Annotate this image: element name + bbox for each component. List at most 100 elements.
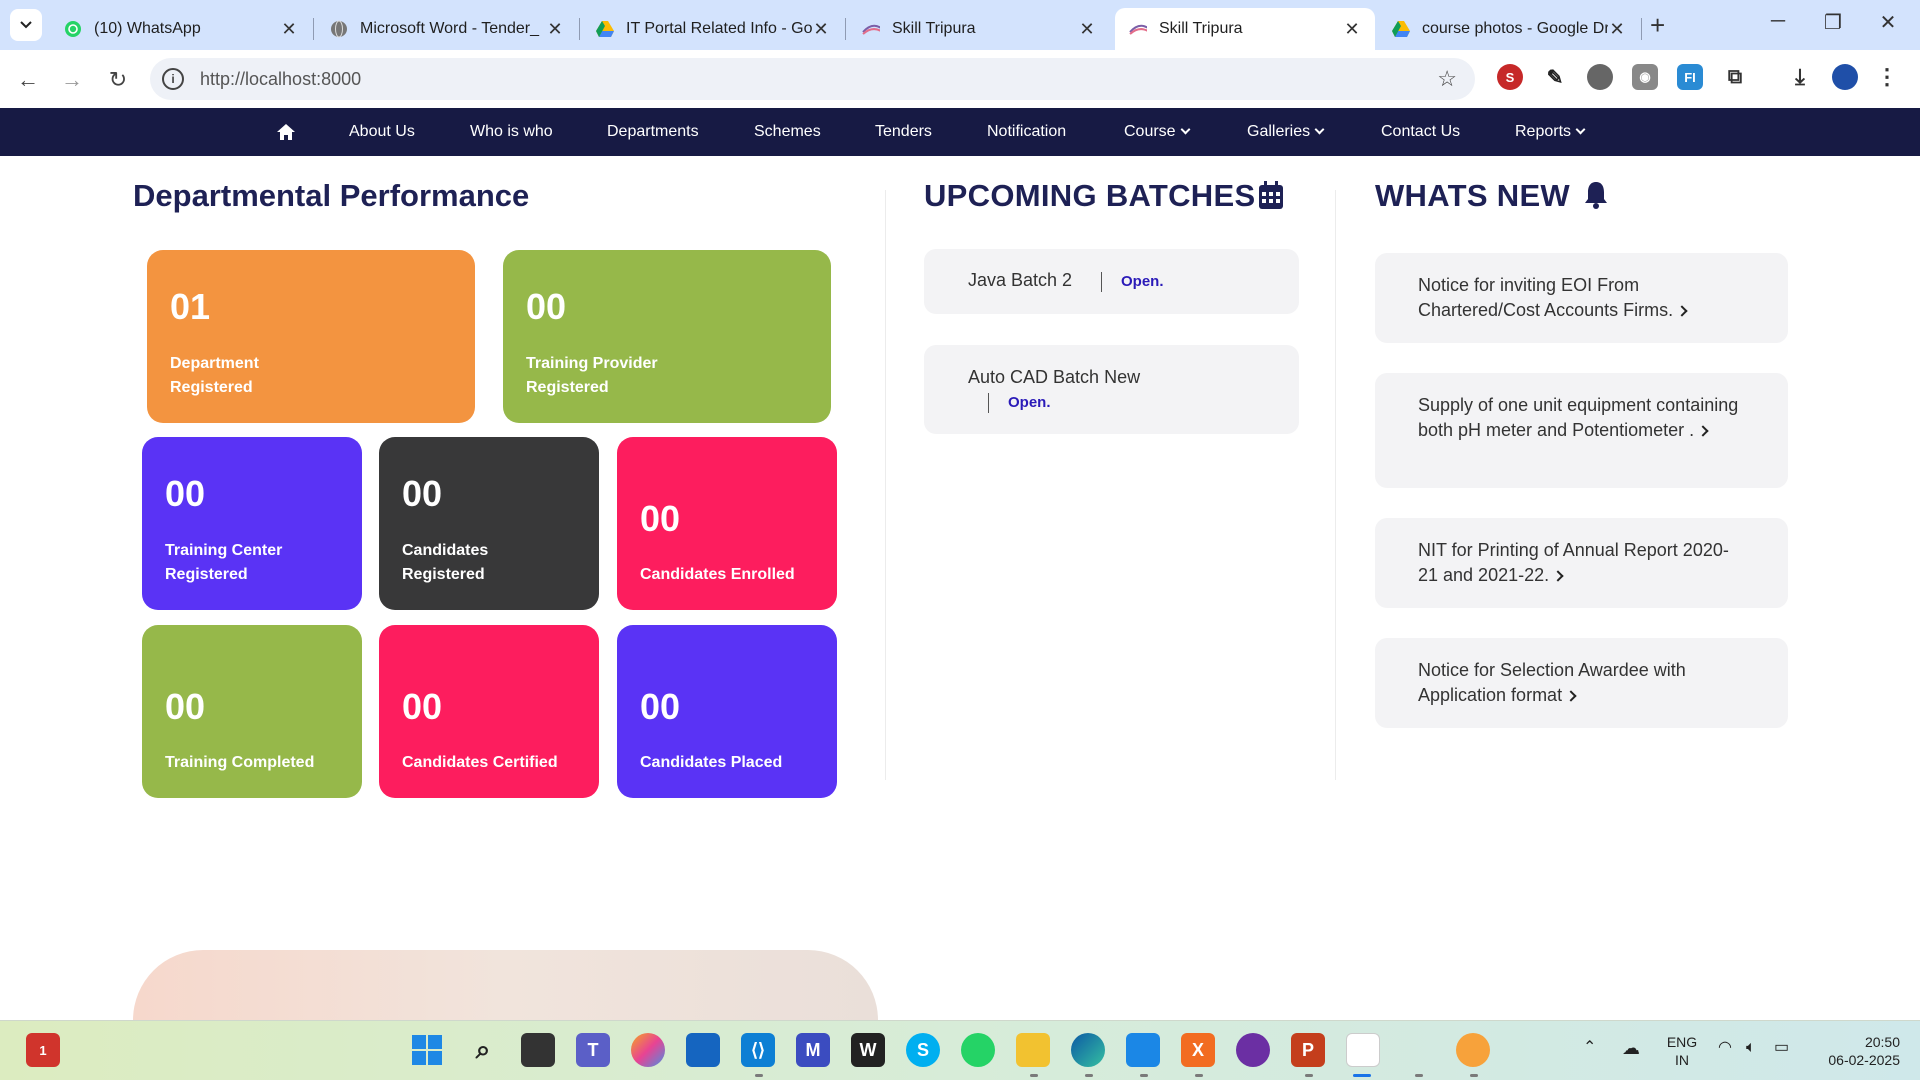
stat-label: Training Completed [165,754,315,771]
windows-start-icon[interactable] [410,1033,444,1067]
chevron-down-icon [1314,124,1325,135]
forward-button[interactable]: → [58,66,86,94]
nav-galleries[interactable]: Galleries [1247,108,1325,156]
chevron-right-icon [1565,690,1577,702]
home-icon[interactable] [276,108,296,156]
close-icon[interactable]: ✕ [1343,19,1361,40]
nav-about-us[interactable]: About Us [349,108,415,156]
tab-whatsapp[interactable]: (10) WhatsApp ✕ [50,8,312,50]
nav-reports[interactable]: Reports [1515,108,1586,156]
tab-separator [313,18,314,40]
reload-button[interactable]: ↻ [104,66,132,94]
running-indicator [1305,1074,1313,1077]
news-item[interactable]: Notice for Selection Awardee with Applic… [1375,638,1788,728]
app-icon[interactable]: M [796,1033,830,1067]
nav-who-is-who[interactable]: Who is who [470,108,553,156]
minimize-button[interactable]: ─ [1763,10,1793,33]
close-icon[interactable]: ✕ [1608,19,1626,40]
chevron-up-icon[interactable]: ⌃ [1583,1039,1596,1057]
copilot-icon[interactable] [631,1033,665,1067]
extension-circle-icon[interactable] [1587,64,1613,90]
camera-icon[interactable]: ◉ [1632,64,1658,90]
task-view-icon[interactable] [521,1033,555,1067]
performance-title: Departmental Performance [133,178,530,213]
running-indicator [1030,1074,1038,1077]
stat-number: 00 [640,686,681,727]
teams-icon[interactable]: T [576,1033,610,1067]
region-code: IN [1675,1052,1689,1068]
batch-card[interactable]: Auto CAD Batch New Open. [924,345,1299,434]
bookmark-star-icon[interactable]: ☆ [1437,66,1457,92]
google-drive-icon [1392,20,1410,38]
tab-word-tender[interactable]: Microsoft Word - Tender_ ✕ [316,8,578,50]
stat-card-candidates-enrolled: 00 Candidates Enrolled [617,437,837,610]
profile-avatar[interactable] [1832,64,1858,90]
tab-skill-tripura[interactable]: Skill Tripura ✕ [848,8,1110,50]
news-item[interactable]: NIT for Printing of Annual Report 2020-2… [1375,518,1788,608]
news-item[interactable]: Supply of one unit equipment containing … [1375,373,1788,488]
battery-icon[interactable]: ▭ [1774,1039,1789,1057]
url-text[interactable]: http://localhost:8000 [200,69,1437,90]
download-icon[interactable]: ⤓ [1787,64,1813,90]
whatsapp-icon[interactable] [961,1033,995,1067]
close-icon[interactable]: ✕ [1078,19,1096,40]
close-window-button[interactable]: ✕ [1873,10,1903,35]
seo-extension-icon[interactable]: S [1497,64,1523,90]
close-icon[interactable]: ✕ [280,19,298,40]
volume-icon[interactable]: 🔈︎ [1746,1039,1756,1057]
close-icon[interactable]: ✕ [546,19,564,40]
wifi-icon[interactable]: ◠ [1718,1039,1732,1057]
app-icon[interactable] [1346,1033,1380,1067]
vscode-icon[interactable]: ⟨⟩ [741,1033,775,1067]
nav-notification[interactable]: Notification [987,108,1066,156]
news-item-text: Notice for Selection Awardee with Applic… [1418,660,1686,705]
nav-schemes[interactable]: Schemes [754,108,821,156]
powerpoint-icon[interactable]: P [1291,1033,1325,1067]
restore-button[interactable]: ❐ [1818,10,1848,35]
info-icon[interactable]: i [162,68,184,90]
language-indicator[interactable]: ENG IN [1666,1033,1698,1069]
onedrive-cloud-icon[interactable]: ☁ [1622,1039,1640,1057]
store-icon[interactable] [686,1033,720,1067]
nav-contact-us[interactable]: Contact Us [1381,108,1460,156]
chevron-down-icon [20,21,32,29]
news-item[interactable]: Notice for inviting EOI From Chartered/C… [1375,253,1788,343]
back-button[interactable]: ← [14,66,42,94]
puzzle-extensions-icon[interactable]: ⧉ [1722,64,1748,90]
clock-date: 06-02-2025 [1828,1052,1900,1068]
app-icon[interactable]: W [851,1033,885,1067]
eyedropper-icon[interactable]: ✎ [1542,64,1568,90]
address-bar[interactable]: i http://localhost:8000 ☆ [150,58,1475,100]
close-icon[interactable]: ✕ [812,19,830,40]
tab-separator [845,18,846,40]
batch-separator [1101,272,1102,292]
nav-tenders[interactable]: Tenders [875,108,932,156]
tab-separator [1641,18,1642,40]
github-icon[interactable] [1236,1033,1270,1067]
media-player-icon[interactable] [1456,1033,1490,1067]
fi-extension-icon[interactable]: FI [1677,64,1703,90]
menu-kebab-icon[interactable]: ⋮ [1876,64,1898,90]
edge-icon[interactable] [1071,1033,1105,1067]
file-explorer-icon[interactable] [1016,1033,1050,1067]
new-tab-button[interactable]: + [1650,10,1665,41]
skype-icon[interactable]: S [906,1033,940,1067]
column-divider [1335,190,1336,780]
stat-card-department: 01 Department Registered [147,250,475,423]
tab-search-button[interactable] [10,9,42,41]
nav-course[interactable]: Course [1124,108,1191,156]
xampp-icon[interactable]: X [1181,1033,1215,1067]
running-indicator [1085,1074,1093,1077]
app-notification-icon[interactable]: 1 [26,1033,60,1067]
stat-card-candidates-placed: 00 Candidates Placed [617,625,837,798]
chevron-right-icon [1552,570,1564,582]
search-icon[interactable]: ⌕ [466,1033,500,1067]
tab-it-portal[interactable]: IT Portal Related Info - Goo ✕ [582,8,844,50]
upcoming-batches-title: UPCOMING BATCHES [924,178,1256,213]
app-icon[interactable] [1126,1033,1160,1067]
tab-skill-tripura-active[interactable]: Skill Tripura ✕ [1115,8,1375,50]
batch-card[interactable]: Java Batch 2 Open. [924,249,1299,314]
clock[interactable]: 20:50 06-02-2025 [1810,1033,1900,1069]
tab-course-photos[interactable]: course photos - Google Dr ✕ [1378,8,1640,50]
nav-departments[interactable]: Departments [607,108,699,156]
